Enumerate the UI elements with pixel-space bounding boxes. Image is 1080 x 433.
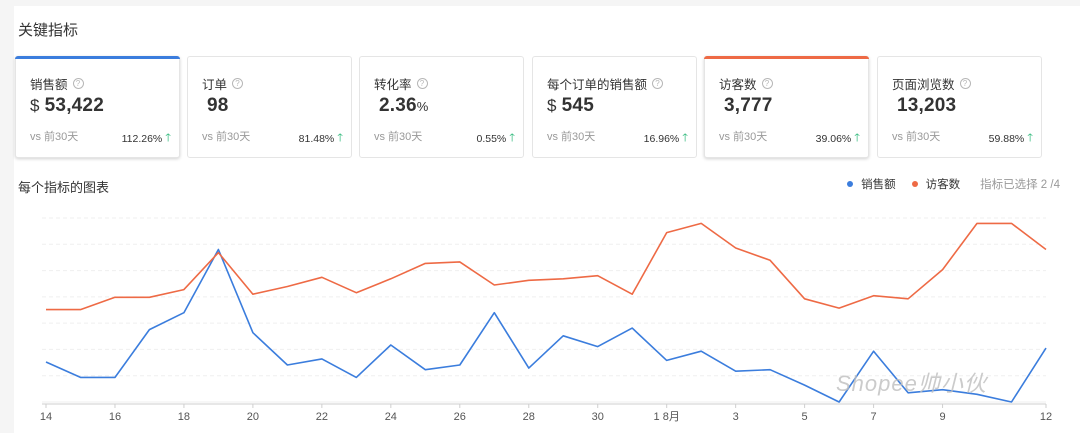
x-tick-label: 30: [592, 411, 604, 423]
x-tick-label: 24: [385, 411, 397, 423]
x-tick-label: 1 8月: [654, 411, 680, 423]
x-tick-label: 26: [454, 411, 466, 423]
x-tick-label: 22: [316, 411, 328, 423]
x-tick-label: 3: [733, 411, 739, 423]
x-tick-label: 20: [247, 411, 259, 423]
x-tick-label: 7: [871, 411, 877, 423]
watermark: Shopee帅小伙: [836, 371, 987, 396]
x-tick-label: 9: [939, 411, 945, 423]
x-tick-label: 14: [40, 411, 52, 423]
x-tick-label: 16: [109, 411, 121, 423]
x-tick-label: 5: [802, 411, 808, 423]
x-tick-label: 12: [1040, 411, 1052, 423]
x-tick-label: 18: [178, 411, 190, 423]
x-tick-label: 28: [523, 411, 535, 423]
